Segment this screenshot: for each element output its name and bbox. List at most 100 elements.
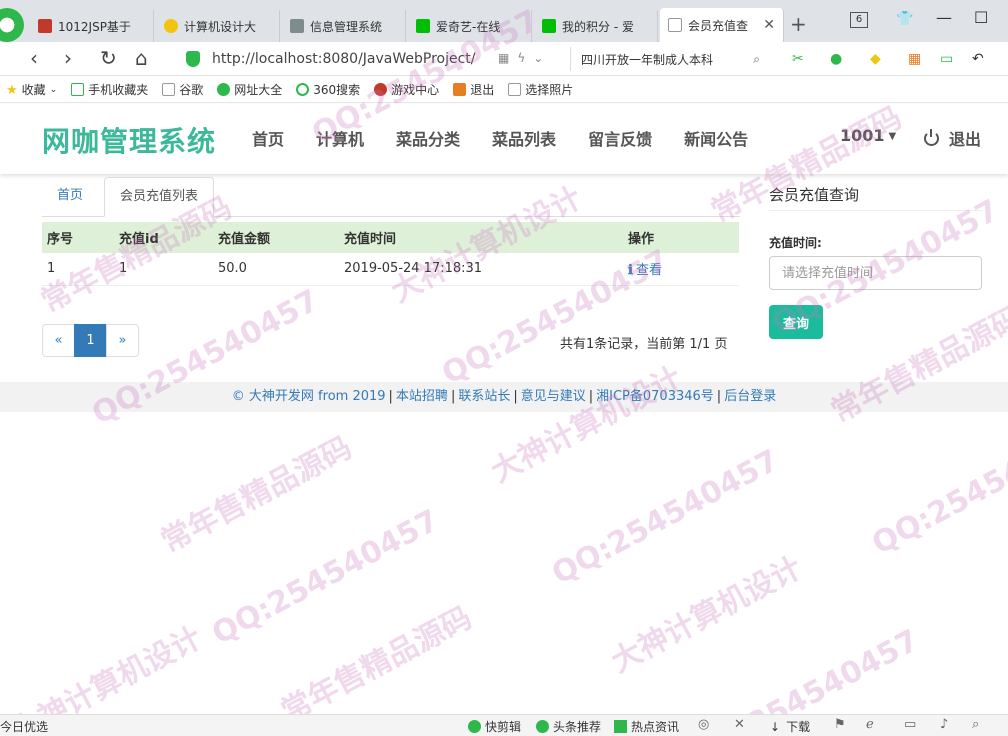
prev-page-button[interactable]: « xyxy=(42,324,75,357)
bookmark-exit[interactable]: 退出 xyxy=(453,81,494,98)
bookmark-directory[interactable]: 网址大全 xyxy=(217,81,282,98)
status-headlines[interactable]: 头条推荐 xyxy=(536,718,601,735)
browser-tab-active[interactable]: 会员充值查 ✕ xyxy=(660,8,784,42)
col-action: 操作 xyxy=(623,222,739,253)
forward-icon[interactable]: › xyxy=(64,46,72,70)
search-text: 四川开放一年制成人本科 xyxy=(581,52,714,67)
bookmark-games[interactable]: 游戏中心 xyxy=(374,81,439,98)
tab-label: 1012JSP基于 xyxy=(58,19,131,34)
watermark-text: 常年售精品源码 xyxy=(275,600,478,730)
browser-search-input[interactable]: 四川开放一年制成人本科 ⌕ xyxy=(570,47,766,71)
browser-tab-1[interactable]: 1012JSP基于 xyxy=(30,10,154,42)
status-quick-clip[interactable]: 快剪辑 xyxy=(468,718,521,735)
apps-icon[interactable]: ▦ xyxy=(908,51,921,67)
footer-link-contact[interactable]: 联系站长 xyxy=(458,389,510,404)
site-footer: © 大神开发网 from 2019 | 本站招聘 | 联系站长 | 意见与建议 | 湘ICP备0… xyxy=(0,382,1008,412)
url-tools-icons[interactable]: ▦ϟ⌄ xyxy=(498,51,551,65)
bookmark-label: 收藏 xyxy=(21,83,46,97)
undo-icon[interactable]: ↶ xyxy=(972,51,984,67)
nav-menu-categories[interactable]: 菜品分类 xyxy=(396,126,460,150)
globe-icon xyxy=(217,83,231,96)
tab-label: 信息管理系统 xyxy=(310,19,383,34)
nav-home[interactable]: 首页 xyxy=(252,126,284,150)
home-icon[interactable]: ⌂ xyxy=(135,46,148,70)
view-link[interactable]: ℹ 查看 xyxy=(628,263,662,278)
nav-computers[interactable]: 计算机 xyxy=(316,126,364,150)
bookmark-favorites[interactable]: ★ 收藏 ⌄ xyxy=(6,81,57,98)
status-hot-news[interactable]: 热点资讯 xyxy=(614,718,679,735)
query-button[interactable]: 查询 xyxy=(769,305,823,339)
window-icon[interactable]: ▭ xyxy=(904,717,916,732)
volume-icon[interactable]: ♪ xyxy=(940,717,948,732)
sidebar-title: 会员充值查询 xyxy=(769,186,860,204)
zoom-icon[interactable]: ⌕ xyxy=(972,717,979,732)
status-label: 头条推荐 xyxy=(553,720,602,734)
watermark-text: QQ:254540457 xyxy=(866,413,1008,562)
ie-icon[interactable]: ℯ xyxy=(866,717,874,732)
sidebar-divider xyxy=(769,210,982,211)
maximize-icon[interactable]: ☐ xyxy=(974,8,988,27)
status-today-picks[interactable]: 今日优选 xyxy=(0,718,48,735)
new-tab-icon[interactable]: + xyxy=(790,12,807,36)
user-name: 1001 xyxy=(840,126,885,145)
tab-count-badge[interactable]: 6 xyxy=(850,12,868,28)
bookmark-360search[interactable]: 360搜索 xyxy=(296,81,360,98)
logout-button[interactable]: 退出 xyxy=(924,126,981,150)
nav-news[interactable]: 新闻公告 xyxy=(684,126,748,150)
play-icon xyxy=(468,720,481,733)
cell-index: 1 xyxy=(42,253,114,286)
footer-link-suggestions[interactable]: 意见与建议 xyxy=(521,389,586,404)
bookmark-label: 选择照片 xyxy=(525,83,574,97)
browser-tab-2[interactable]: 计算机设计大 xyxy=(156,10,280,42)
chevron-down-icon: ⌄ xyxy=(49,84,58,95)
skin-icon[interactable]: 👕 xyxy=(896,11,913,27)
flag-icon[interactable]: ⚑ xyxy=(834,717,846,732)
user-dropdown[interactable]: 1001 ▼ xyxy=(840,126,896,145)
browser-tab-4[interactable]: 爱奇艺-在线 xyxy=(408,10,532,42)
battery-icon[interactable]: ▭ xyxy=(940,51,953,67)
coin-icon[interactable]: ◆ xyxy=(870,51,881,67)
iqiyi-favicon-icon xyxy=(416,19,430,33)
bookmark-label: 谷歌 xyxy=(179,83,204,97)
status-download[interactable]: ↓ 下载 xyxy=(770,718,810,735)
page-1-button[interactable]: 1 xyxy=(74,324,107,357)
footer-separator: | xyxy=(513,389,518,404)
iqiyi-favicon-icon xyxy=(542,19,556,33)
col-index: 序号 xyxy=(42,222,114,253)
site-brand[interactable]: 网咖管理系统 xyxy=(42,120,216,160)
minimize-icon[interactable]: — xyxy=(936,8,952,27)
watermark-text: 大神计算机设计 xyxy=(605,550,808,680)
col-time: 充值时间 xyxy=(339,222,623,253)
search-icon[interactable]: ⌕ xyxy=(753,52,760,67)
speed-icon[interactable]: ◎ xyxy=(698,717,709,732)
bookmark-label: 游戏中心 xyxy=(391,83,440,97)
col-amount: 充值金额 xyxy=(213,222,339,253)
tab-label: 会员充值查 xyxy=(688,18,749,33)
news-icon xyxy=(614,720,627,733)
browser-tab-3[interactable]: 信息管理系统 xyxy=(282,10,406,42)
bookmark-photos[interactable]: 选择照片 xyxy=(508,81,573,98)
bookmark-google[interactable]: 谷歌 xyxy=(162,81,203,98)
bookmark-label: 网址大全 xyxy=(234,83,283,97)
nav-feedback[interactable]: 留言反馈 xyxy=(588,126,652,150)
tab-home[interactable]: 首页 xyxy=(42,177,98,217)
close-tab-icon[interactable]: ✕ xyxy=(757,17,775,33)
browser-logo-icon xyxy=(0,8,24,42)
watermark-text: 常年售精品源码 xyxy=(155,430,358,560)
table-header-row: 序号 充值id 充值金额 充值时间 操作 xyxy=(42,222,739,253)
footer-link-icp[interactable]: 湘ICP备0703346号 xyxy=(596,389,714,404)
jsp-favicon-icon xyxy=(38,19,52,33)
mute-icon[interactable]: ✕ xyxy=(734,717,745,732)
translate-icon[interactable]: ● xyxy=(830,51,842,67)
refresh-icon[interactable]: ↻ xyxy=(100,46,117,70)
bookmark-mobile[interactable]: 手机收藏夹 xyxy=(71,81,148,98)
back-icon[interactable]: ‹ xyxy=(30,46,38,70)
tab-recharge-list[interactable]: 会员充值列表 xyxy=(104,177,215,217)
next-page-button[interactable]: » xyxy=(106,324,139,357)
scissors-icon[interactable]: ✂ xyxy=(792,51,804,67)
browser-tab-5[interactable]: 我的积分 - 爱 xyxy=(534,10,658,42)
footer-link-jobs[interactable]: 本站招聘 xyxy=(396,389,448,404)
nav-menu-list[interactable]: 菜品列表 xyxy=(492,126,556,150)
footer-link-admin-login[interactable]: 后台登录 xyxy=(724,389,776,404)
recharge-time-input[interactable] xyxy=(769,256,982,290)
